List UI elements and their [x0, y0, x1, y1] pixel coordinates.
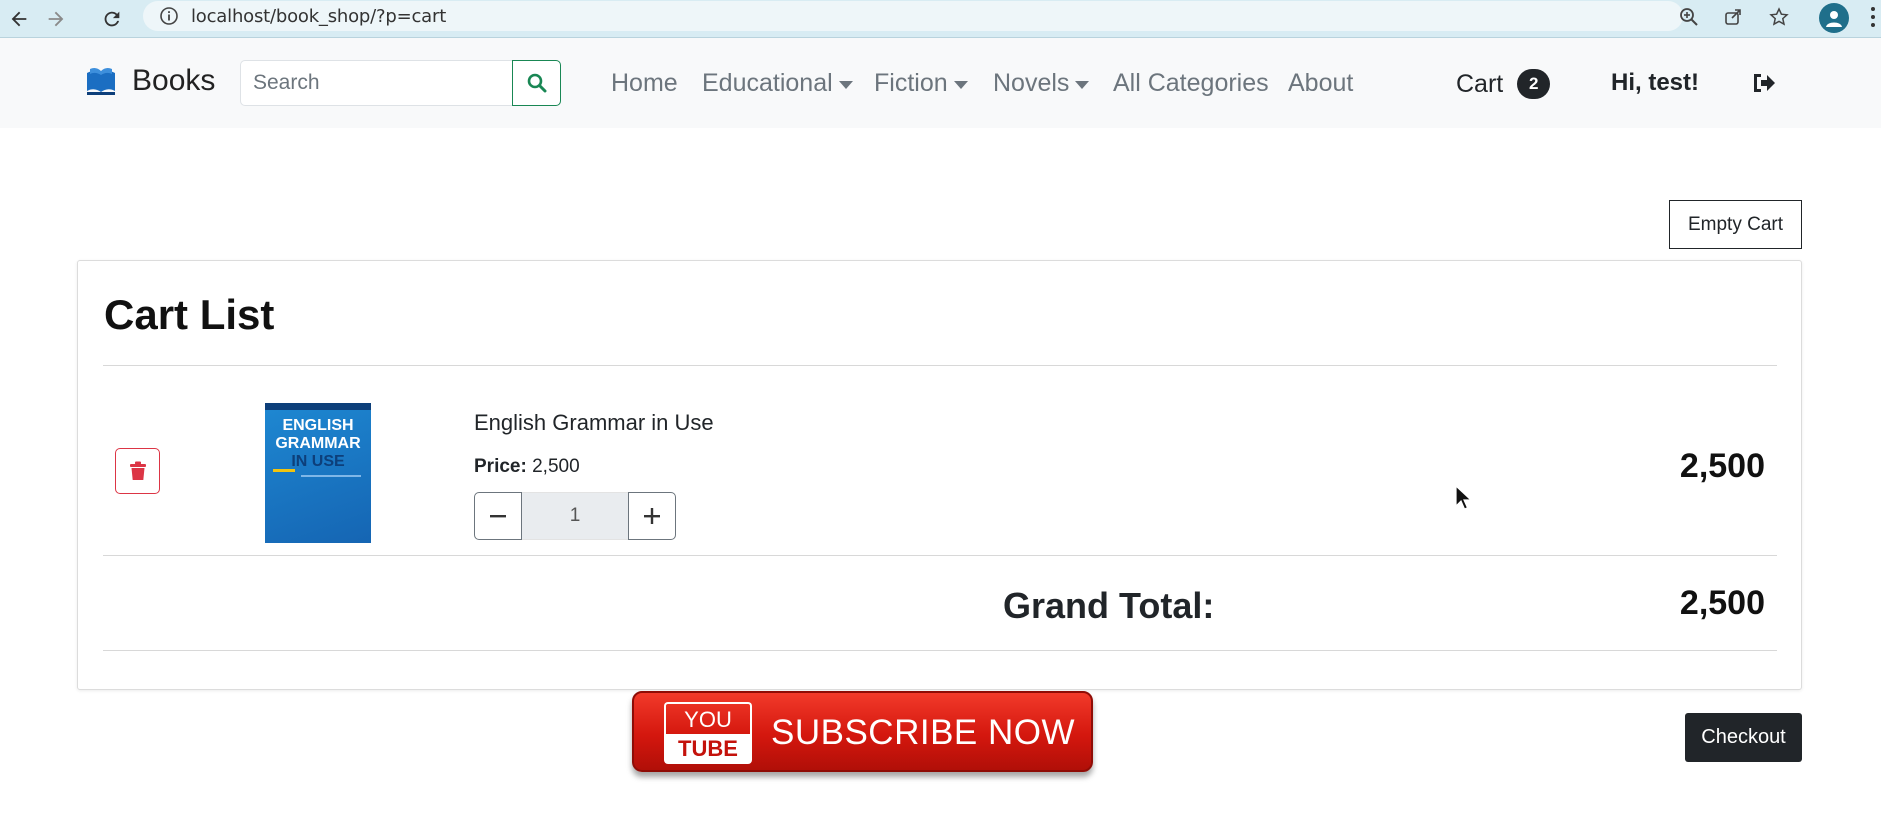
- cover-accent: [273, 469, 295, 472]
- more-menu-icon[interactable]: [1868, 4, 1878, 30]
- quantity-input[interactable]: [522, 492, 628, 540]
- mouse-cursor-icon: [1455, 485, 1473, 510]
- grand-total-label: Grand Total:: [1003, 585, 1215, 626]
- cart-label: Cart: [1456, 69, 1504, 98]
- info-icon[interactable]: [159, 6, 179, 26]
- nav-educational-label: Educational: [702, 69, 833, 97]
- nav-novels-label: Novels: [993, 69, 1070, 97]
- address-bar[interactable]: localhost/book_shop/?p=cart: [143, 1, 1683, 31]
- decrease-quantity-button[interactable]: [474, 492, 522, 540]
- caret-down-icon: [953, 80, 968, 89]
- search-input[interactable]: [240, 60, 513, 106]
- item-title: English Grammar in Use: [474, 410, 714, 435]
- nav-home-label: Home: [611, 69, 678, 97]
- grand-total-value: 2,500: [1679, 584, 1765, 622]
- search-button[interactable]: [512, 60, 561, 106]
- cover-accent: [301, 475, 361, 477]
- minus-icon: [490, 515, 506, 518]
- url-text[interactable]: localhost/book_shop/?p=cart: [191, 6, 446, 27]
- nav-all-categories[interactable]: All Categories: [1113, 69, 1269, 98]
- site-navbar: Books Home Educational Fiction Novels Al…: [0, 38, 1881, 128]
- subscribe-text: SUBSCRIBE NOW: [771, 713, 1076, 752]
- youtube-logo-you: YOU: [664, 702, 752, 734]
- logout-icon[interactable]: [1751, 70, 1777, 96]
- back-arrow-icon[interactable]: [6, 6, 32, 32]
- divider: [103, 650, 1777, 651]
- cart-card: Cart List ENGLISH GRAMMAR IN USE English…: [77, 260, 1802, 690]
- bookmark-star-icon[interactable]: [1766, 4, 1792, 30]
- brand-link[interactable]: Books: [84, 64, 215, 98]
- nav-fiction-label: Fiction: [874, 69, 948, 97]
- divider: [103, 365, 1777, 366]
- profile-avatar-icon[interactable]: [1819, 3, 1849, 33]
- nav-all-categories-label: All Categories: [1113, 69, 1269, 97]
- nav-home[interactable]: Home: [611, 69, 678, 98]
- checkout-button[interactable]: Checkout: [1685, 713, 1802, 762]
- remove-item-button[interactable]: [115, 448, 160, 494]
- cover-band: [265, 403, 371, 410]
- youtube-subscribe-banner[interactable]: YOU TUBE SUBSCRIBE NOW: [632, 691, 1093, 772]
- brand-name: Books: [132, 64, 216, 97]
- youtube-logo-tube: TUBE: [664, 734, 752, 764]
- reload-icon[interactable]: [99, 6, 125, 32]
- cover-line-2: GRAMMAR: [275, 435, 361, 452]
- nav-educational-dropdown[interactable]: Educational: [702, 69, 853, 98]
- price-label: Price:: [474, 456, 527, 477]
- caret-down-icon: [838, 80, 853, 89]
- share-icon[interactable]: [1720, 4, 1746, 30]
- nav-fiction-dropdown[interactable]: Fiction: [874, 69, 968, 98]
- user-greeting[interactable]: Hi, test!: [1611, 69, 1699, 97]
- cart-title: Cart List: [104, 291, 275, 338]
- trash-icon: [129, 461, 146, 480]
- nav-cart[interactable]: Cart 2: [1456, 69, 1551, 99]
- item-price: Price: 2,500: [474, 456, 580, 478]
- price-value: 2,500: [532, 456, 580, 477]
- cart-count-badge: 2: [1517, 69, 1551, 99]
- caret-down-icon: [1075, 80, 1090, 89]
- books-logo-icon: [87, 67, 115, 95]
- zoom-icon[interactable]: [1676, 4, 1702, 30]
- empty-cart-button[interactable]: Empty Cart: [1669, 200, 1802, 249]
- browser-toolbar: localhost/book_shop/?p=cart: [0, 0, 1881, 38]
- plus-icon: [644, 508, 660, 524]
- nav-about-label: About: [1288, 69, 1354, 97]
- nav-about[interactable]: About: [1288, 69, 1353, 98]
- nav-novels-dropdown[interactable]: Novels: [993, 69, 1090, 98]
- forward-arrow-icon[interactable]: [43, 6, 69, 32]
- item-total: 2,500: [1679, 447, 1765, 485]
- divider: [103, 555, 1777, 556]
- youtube-logo: YOU TUBE: [664, 702, 752, 766]
- increase-quantity-button[interactable]: [628, 492, 676, 540]
- quantity-stepper: [474, 492, 676, 540]
- book-cover-image: ENGLISH GRAMMAR IN USE: [265, 403, 371, 543]
- cover-line-1: ENGLISH: [282, 417, 354, 434]
- search-icon: [527, 73, 546, 93]
